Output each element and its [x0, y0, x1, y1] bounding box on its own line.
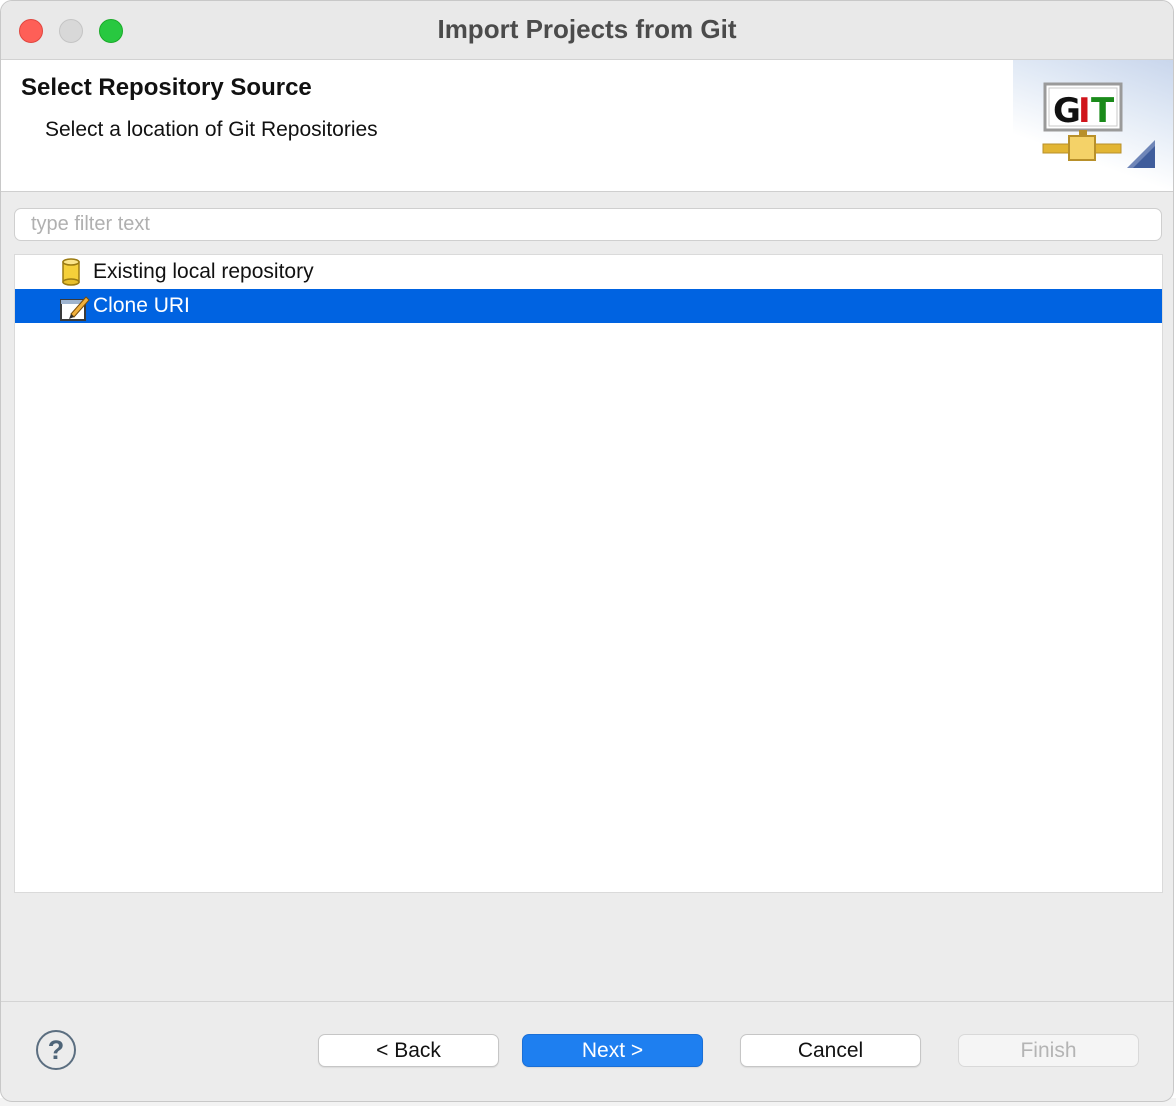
wizard-banner: Select Repository Source Select a locati… [1, 60, 1173, 192]
svg-text:I: I [1078, 91, 1091, 131]
tree-item-label: Existing local repository [93, 260, 314, 283]
help-icon[interactable]: ? [36, 1030, 76, 1070]
svg-text:G: G [1053, 91, 1081, 131]
import-dialog: Import Projects from Git Select Reposito… [0, 0, 1174, 1102]
clone-uri-icon [60, 296, 90, 321]
page-description: Select a location of Git Repositories [45, 118, 378, 141]
next-button[interactable]: Next > [522, 1034, 703, 1067]
tree-item-label: Clone URI [93, 294, 190, 317]
title-bar[interactable]: Import Projects from Git [1, 1, 1173, 60]
cancel-button[interactable]: Cancel [740, 1034, 921, 1067]
tree-item-clone-uri[interactable]: Clone URI [15, 289, 1162, 323]
finish-button[interactable]: Finish [958, 1034, 1139, 1067]
footer-separator [1, 1001, 1173, 1002]
repository-source-tree[interactable]: Existing local repository Clone URI [14, 254, 1163, 893]
svg-text:T: T [1091, 91, 1115, 131]
window-title: Import Projects from Git [437, 14, 737, 44]
tree-item-existing-local-repository[interactable]: Existing local repository [15, 255, 1162, 289]
page-title: Select Repository Source [21, 74, 312, 101]
back-button[interactable]: < Back [318, 1034, 499, 1067]
repository-cylinder-icon [62, 258, 80, 286]
filter-input[interactable] [14, 208, 1162, 241]
git-wizard-logo-icon: G I T [1042, 82, 1155, 168]
